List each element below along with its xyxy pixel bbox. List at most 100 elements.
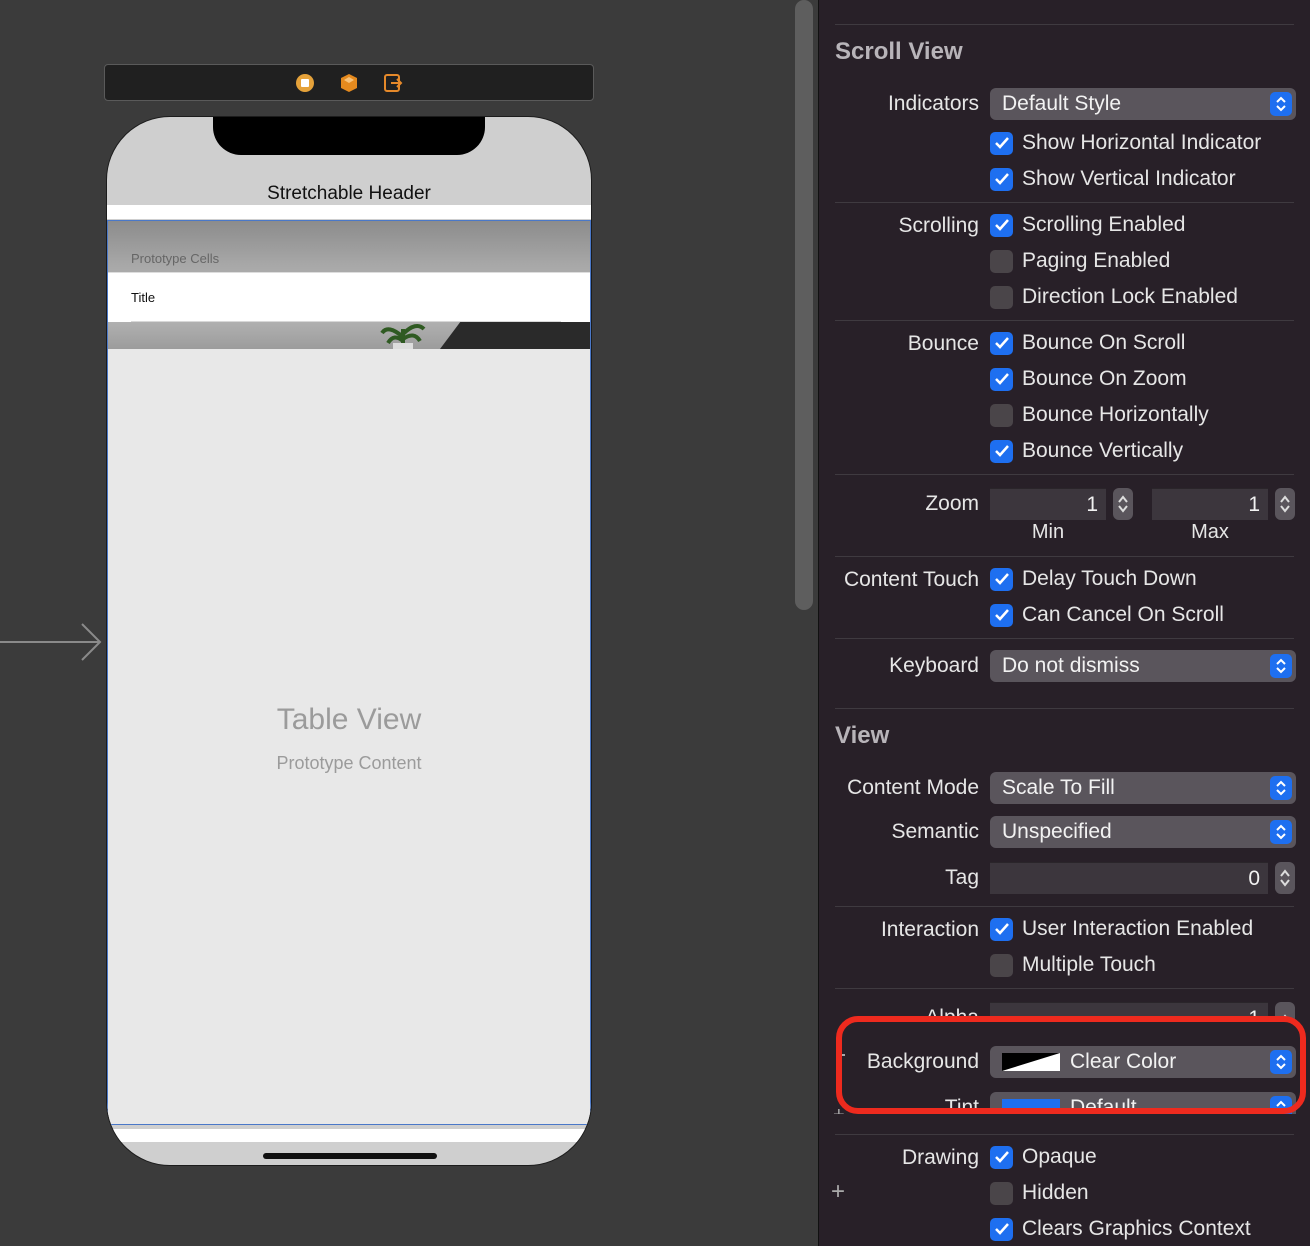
popup-arrows-icon — [1270, 820, 1292, 844]
zoom-max-label: Max — [1191, 521, 1229, 543]
indicators-popup[interactable]: Default Style — [990, 88, 1296, 120]
cell-title-label: Title — [131, 290, 156, 305]
clears-graphics-context-checkbox[interactable]: Clears Graphics Context — [990, 1217, 1251, 1241]
popup-arrows-icon — [1270, 92, 1292, 116]
iphone-frame: Stretchable Header Prototype Cells Title… — [106, 116, 592, 1166]
semantic-label: Semantic — [891, 820, 979, 843]
navigation-bar-divider — [107, 205, 591, 219]
checkbox-unchecked-icon — [990, 953, 1013, 977]
show-vertical-indicator-checkbox[interactable]: Show Vertical Indicator — [990, 167, 1236, 191]
checkbox-unchecked-icon — [990, 249, 1013, 273]
background-highlight-annotation — [836, 1016, 1306, 1114]
section-separator — [835, 708, 1294, 709]
checkbox-unchecked-icon — [990, 285, 1013, 309]
opaque-checkbox[interactable]: Opaque — [990, 1145, 1097, 1169]
view-section-title: View — [835, 722, 890, 749]
tag-stepper[interactable] — [1275, 862, 1295, 894]
content-touch-label: Content Touch — [843, 568, 979, 591]
scrolling-label: Scrolling — [898, 214, 979, 237]
plus-icon[interactable]: + — [831, 1178, 845, 1206]
checkbox-checked-icon — [990, 331, 1013, 355]
section-separator — [835, 474, 1294, 475]
bounce-horizontally-checkbox[interactable]: Bounce Horizontally — [990, 403, 1209, 427]
section-separator — [835, 320, 1294, 321]
canvas-vertical-scrollbar[interactable] — [795, 0, 813, 610]
table-view-placeholder-subtitle: Prototype Content — [276, 753, 422, 773]
plant-image — [380, 323, 426, 349]
checkbox-checked-icon — [990, 367, 1013, 391]
checkbox-checked-icon — [990, 917, 1013, 941]
stepper-down-icon — [1280, 879, 1290, 887]
content-mode-label: Content Mode — [847, 776, 979, 799]
can-cancel-on-scroll-checkbox[interactable]: Can Cancel On Scroll — [990, 603, 1224, 627]
navigation-bar-title[interactable]: Stretchable Header — [107, 183, 591, 205]
section-separator — [835, 906, 1294, 907]
prototype-cells-label: Prototype Cells — [131, 251, 220, 266]
hidden-checkbox[interactable]: Hidden — [990, 1181, 1089, 1205]
checkbox-checked-icon — [990, 1217, 1013, 1241]
checkbox-unchecked-icon — [990, 403, 1013, 427]
table-view[interactable]: Prototype Cells Title Table View Prototy… — [107, 220, 591, 1125]
scrolling-enabled-checkbox[interactable]: Scrolling Enabled — [990, 213, 1185, 237]
bottom-safe-area — [107, 1129, 591, 1142]
popup-arrows-icon — [1270, 776, 1292, 800]
checkbox-checked-icon — [990, 603, 1013, 627]
section-separator — [835, 202, 1294, 203]
direction-lock-enabled-checkbox[interactable]: Direction Lock Enabled — [990, 285, 1238, 309]
stepper-up-icon — [1118, 495, 1128, 503]
table-view-placeholder-title: Table View — [276, 703, 422, 736]
checkbox-checked-icon — [990, 439, 1013, 463]
delay-touch-down-checkbox[interactable]: Delay Touch Down — [990, 567, 1197, 591]
exit-icon[interactable] — [382, 72, 404, 94]
keyboard-dismiss-popup[interactable]: Do not dismiss — [990, 650, 1296, 682]
indicators-value: Default Style — [1002, 92, 1122, 115]
stepper-up-icon — [1280, 495, 1290, 503]
user-interaction-enabled-checkbox[interactable]: User Interaction Enabled — [990, 917, 1253, 941]
storyboard-canvas[interactable]: Stretchable Header Prototype Cells Title… — [0, 0, 790, 1246]
bounce-vertically-checkbox[interactable]: Bounce Vertically — [990, 439, 1183, 463]
zoom-max-field[interactable]: 1 — [1152, 488, 1268, 520]
paging-enabled-checkbox[interactable]: Paging Enabled — [990, 249, 1170, 273]
zoom-max-stepper[interactable] — [1275, 488, 1295, 520]
checkbox-checked-icon — [990, 131, 1013, 155]
keyboard-label: Keyboard — [889, 654, 979, 677]
content-mode-popup[interactable]: Scale To Fill — [990, 772, 1296, 804]
checkbox-checked-icon — [990, 167, 1013, 191]
semantic-popup[interactable]: Unspecified — [990, 816, 1296, 848]
tag-field[interactable]: 0 — [990, 862, 1268, 894]
cell-separator — [131, 321, 561, 322]
bounce-label: Bounce — [907, 332, 979, 355]
scroll-view-section-title: Scroll View — [835, 38, 963, 65]
zoom-min-field[interactable]: 1 — [990, 488, 1106, 520]
checkbox-unchecked-icon — [990, 1181, 1013, 1205]
section-separator — [835, 556, 1294, 557]
zoom-min-label: Min — [1031, 521, 1065, 543]
stepper-down-icon — [1118, 505, 1128, 513]
section-separator — [835, 638, 1294, 639]
notch — [213, 117, 485, 155]
checkbox-checked-icon — [990, 567, 1013, 591]
bounce-on-scroll-checkbox[interactable]: Bounce On Scroll — [990, 331, 1185, 355]
section-separator — [835, 24, 1294, 25]
tag-label: Tag — [945, 866, 979, 889]
entry-point-arrow-icon — [0, 623, 102, 661]
stepper-down-icon — [1280, 505, 1290, 513]
drawing-label: Drawing — [901, 1146, 979, 1169]
stepper-up-icon — [1280, 869, 1290, 877]
home-indicator — [263, 1153, 437, 1159]
indicators-label: Indicators — [887, 92, 979, 115]
checkbox-checked-icon — [990, 213, 1013, 237]
scene-dock — [104, 64, 594, 101]
prototype-cell[interactable]: Title — [108, 272, 590, 322]
section-separator — [835, 988, 1294, 989]
multiple-touch-checkbox[interactable]: Multiple Touch — [990, 953, 1156, 977]
first-responder-icon[interactable] — [338, 72, 360, 94]
show-horizontal-indicator-checkbox[interactable]: Show Horizontal Indicator — [990, 131, 1261, 155]
bounce-on-zoom-checkbox[interactable]: Bounce On Zoom — [990, 367, 1187, 391]
view-controller-icon[interactable] — [294, 72, 316, 94]
popup-arrows-icon — [1270, 654, 1292, 678]
interaction-label: Interaction — [880, 918, 979, 941]
zoom-min-stepper[interactable] — [1113, 488, 1133, 520]
zoom-label: Zoom — [925, 492, 979, 515]
section-separator — [835, 1134, 1294, 1135]
